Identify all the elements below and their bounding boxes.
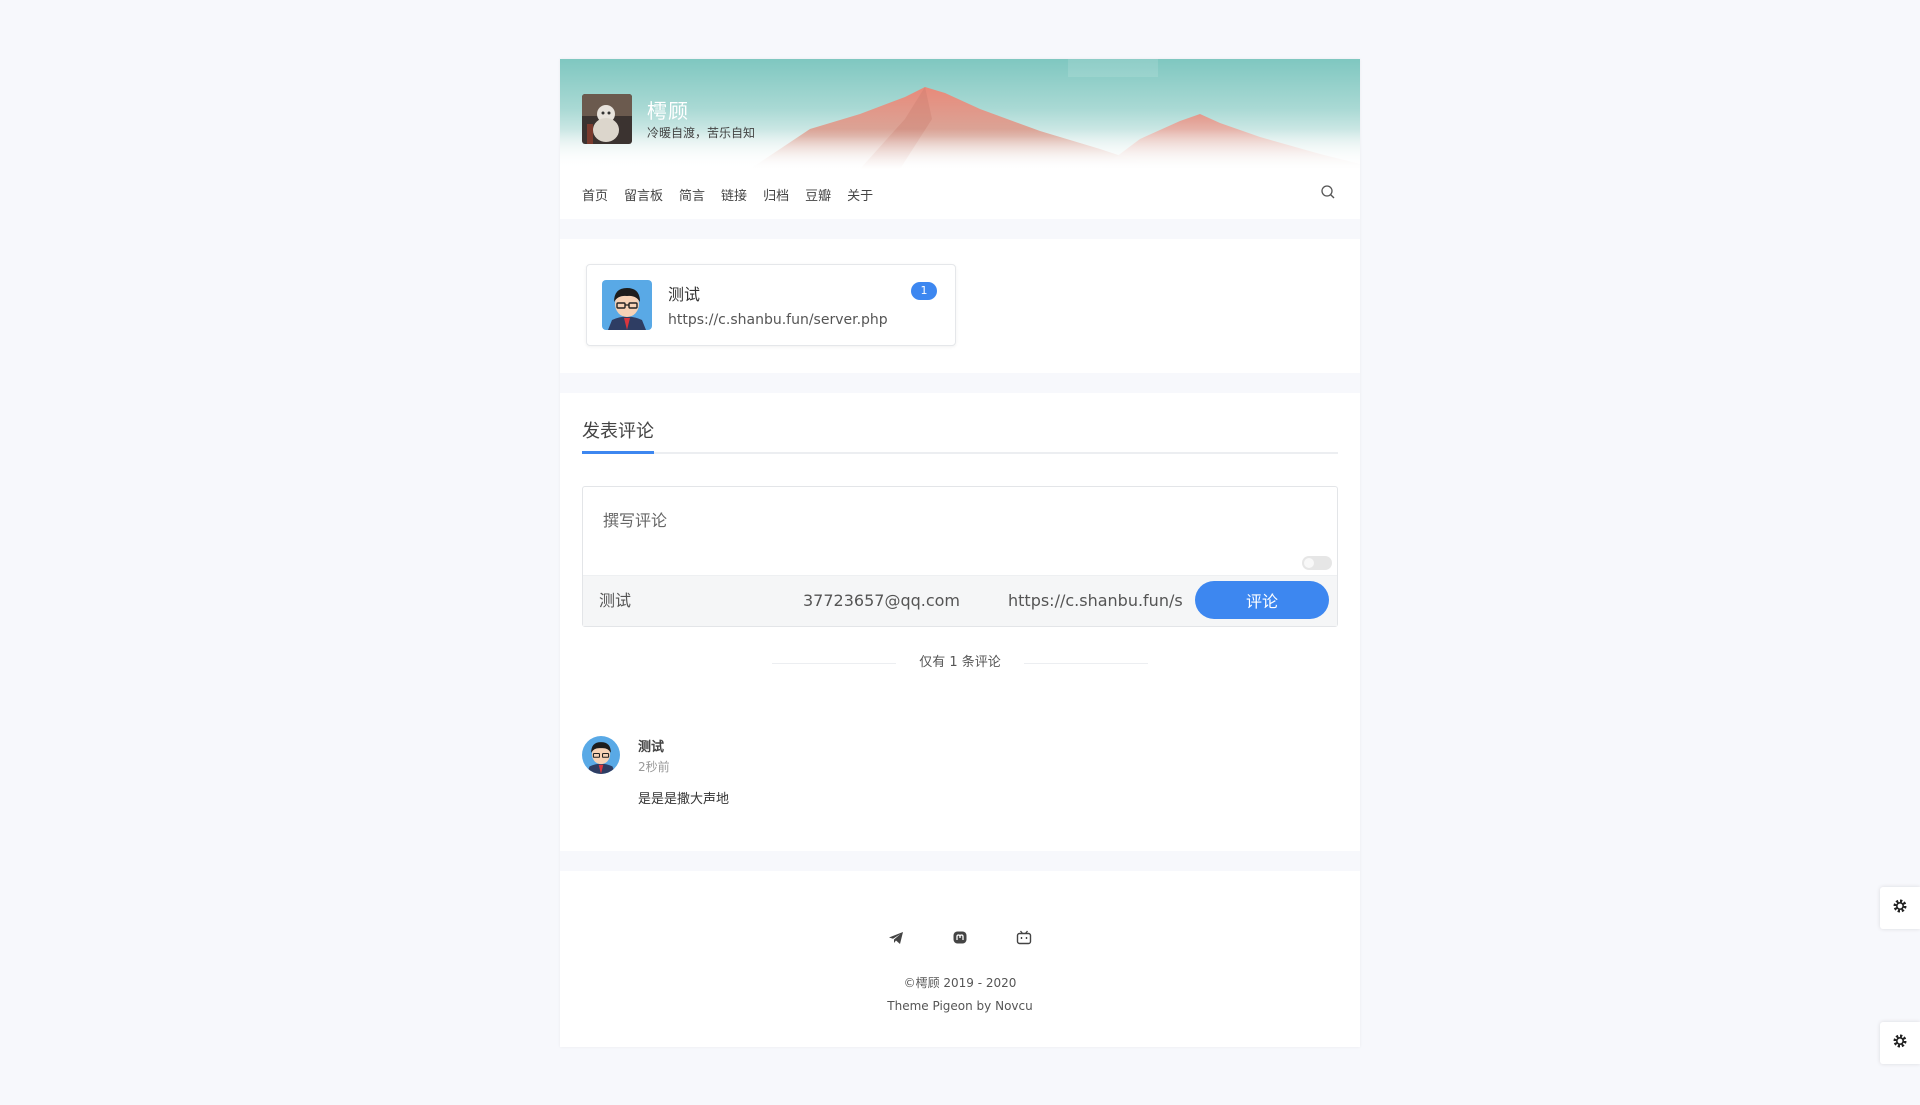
header-banner: 樗顾 冷暖自渡，苦乐自知 — [560, 59, 1360, 169]
site-title[interactable]: 樗顾 — [647, 95, 689, 124]
comments-title: 发表评论 — [582, 421, 654, 442]
nav-item-about[interactable]: 关于 — [847, 185, 873, 204]
comment-count-text: 仅有 1 条评论 — [919, 655, 1001, 670]
emoji-toggle[interactable] — [1302, 556, 1332, 570]
site-avatar[interactable] — [582, 94, 632, 144]
links-section: 测试 https://c.shanbu.fun/server.php 1 — [560, 239, 1360, 373]
comment-count: 仅有 1 条评论 — [560, 653, 1360, 673]
page-container: 樗顾 冷暖自渡，苦乐自知 首页 留言板 简言 链接 归档 豆瓣 关于 测试 ht… — [560, 59, 1360, 1047]
telegram-icon[interactable] — [887, 929, 905, 947]
comment-time: 2秒前 — [638, 760, 670, 774]
title-underline — [582, 451, 654, 454]
theme-credit[interactable]: Theme Pigeon by Novcu — [560, 999, 1360, 1013]
nav-item-guestbook[interactable]: 留言板 — [624, 185, 663, 204]
comment-textarea[interactable] — [583, 487, 1337, 577]
site-description: 冷暖自渡，苦乐自知 — [647, 126, 756, 140]
section-divider — [560, 851, 1360, 871]
email-field[interactable] — [803, 576, 983, 626]
title-divider — [582, 452, 1338, 454]
nav-item-home[interactable]: 首页 — [582, 185, 608, 204]
nav-item-douban[interactable]: 豆瓣 — [805, 185, 831, 204]
copyright-text: ©樗顾 2019 - 2020 — [903, 976, 1017, 990]
gear-icon — [1891, 1032, 1909, 1054]
comments-section: 发表评论 评论 仅有 1 条评论 — [560, 393, 1360, 851]
section-divider — [560, 219, 1360, 239]
mastodon-icon[interactable] — [951, 929, 969, 947]
website-field[interactable] — [1008, 576, 1183, 626]
link-count-badge: 1 — [911, 282, 937, 300]
settings-button-bottom[interactable] — [1880, 1022, 1920, 1064]
settings-button[interactable] — [1880, 887, 1920, 929]
comment-content: 是是是撒大声地 — [638, 792, 730, 807]
section-divider — [560, 373, 1360, 393]
comment-item: 测试 2秒前 是是是撒大声地 — [582, 736, 1338, 826]
link-card[interactable]: 测试 https://c.shanbu.fun/server.php 1 — [586, 264, 956, 346]
main-nav: 首页 留言板 简言 链接 归档 豆瓣 关于 — [560, 169, 1360, 219]
comment-form: 评论 — [582, 486, 1338, 627]
comment-form-fields: 评论 — [583, 575, 1337, 626]
bilibili-icon[interactable] — [1015, 929, 1033, 947]
nav-item-links[interactable]: 链接 — [721, 185, 747, 204]
search-icon[interactable] — [1320, 184, 1338, 202]
gear-icon — [1891, 897, 1909, 919]
link-avatar — [602, 280, 652, 330]
comment-avatar[interactable] — [582, 736, 620, 774]
submit-comment-button[interactable]: 评论 — [1195, 581, 1329, 619]
nav-item-archive[interactable]: 归档 — [763, 185, 789, 204]
comment-author[interactable]: 测试 — [638, 736, 664, 755]
name-field[interactable] — [599, 576, 779, 626]
nav-item-notes[interactable]: 简言 — [679, 185, 705, 204]
footer: ©樗顾 2019 - 2020 Theme Pigeon by Novcu — [560, 871, 1360, 1047]
link-name: 测试 — [668, 285, 701, 304]
link-url: https://c.shanbu.fun/server.php — [668, 312, 888, 328]
